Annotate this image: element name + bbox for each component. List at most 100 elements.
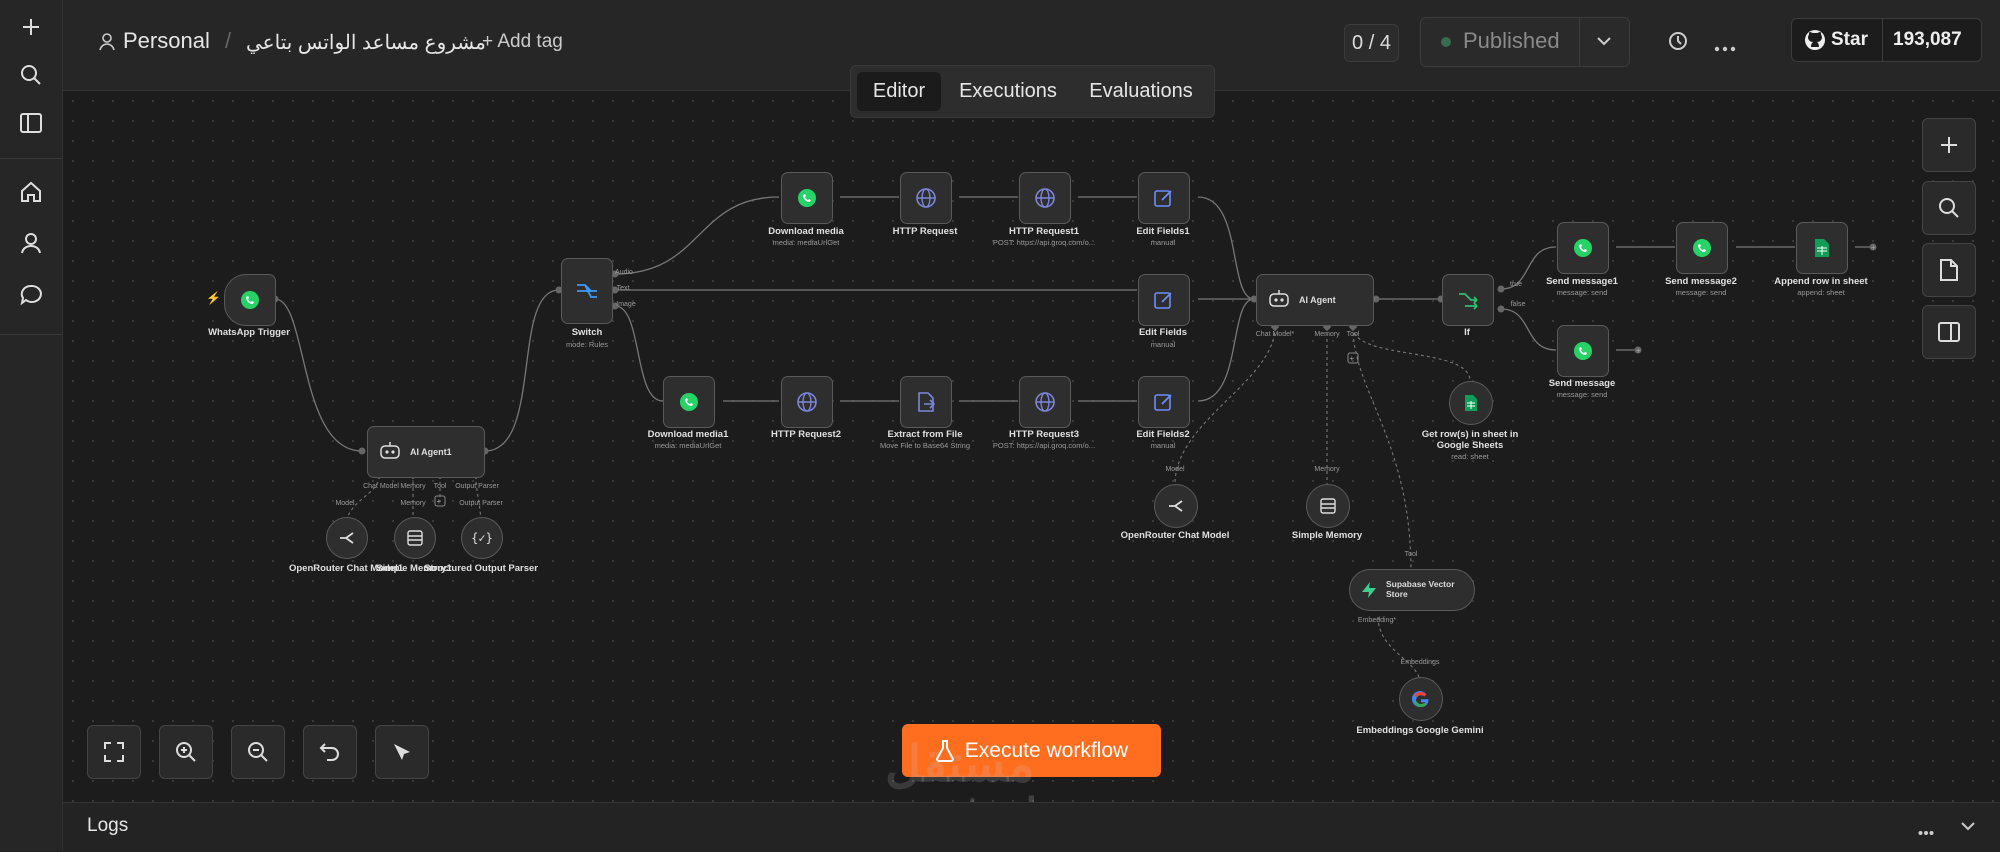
node-extract-from-file[interactable] — [900, 376, 952, 428]
node-subtitle: Move File to Base64 String — [879, 441, 971, 450]
port-label: Output Parser — [459, 500, 503, 507]
edit-icon — [1154, 394, 1172, 411]
user-icon[interactable] — [13, 225, 49, 261]
logs-bar[interactable]: Logs — [63, 802, 2000, 852]
globe-icon — [797, 392, 817, 412]
port-label: Tool — [1404, 551, 1418, 558]
node-download-media1[interactable] — [663, 376, 715, 428]
branch-icon — [1459, 293, 1478, 310]
port-label: Model — [1165, 466, 1185, 473]
logs-label: Logs — [87, 815, 129, 836]
breadcrumb-project[interactable]: Personal — [123, 28, 210, 54]
node-send-message1[interactable] — [1557, 222, 1609, 274]
node-subtitle: POST: https://api.groq.com/o... — [992, 441, 1096, 450]
node-whatsapp-trigger[interactable] — [224, 274, 276, 326]
person-icon — [99, 33, 115, 56]
node-label: Edit Fields2 — [1136, 429, 1190, 440]
tab-editor[interactable]: Editor — [857, 72, 941, 111]
openrouter-icon — [1169, 500, 1183, 512]
node-simple-memory[interactable] — [1306, 484, 1350, 528]
port-label: Memory — [1314, 466, 1340, 473]
node-send-message2[interactable] — [1676, 222, 1728, 274]
more-options-icon[interactable] — [1714, 39, 1736, 57]
chevron-down-icon[interactable] — [1960, 819, 1976, 838]
sticky-note-button[interactable] — [1922, 243, 1976, 297]
node-label: Download media1 — [647, 429, 729, 440]
more-options-icon[interactable] — [1918, 823, 1934, 841]
node-ai-agent1[interactable]: AI Agent1 — [367, 426, 485, 478]
github-star-button[interactable]: Star 193,087 — [1791, 18, 1982, 62]
node-label: Get row(s) in sheet in Google Sheets — [1421, 429, 1519, 451]
node-openrouter1[interactable] — [326, 517, 368, 559]
fullscreen-icon — [104, 742, 124, 762]
chevron-down-icon[interactable] — [1596, 34, 1612, 53]
node-structured-output-parser[interactable]: {✓} — [461, 517, 503, 559]
breadcrumb-separator: / — [225, 28, 232, 53]
globe-icon — [916, 188, 936, 208]
node-ai-agent[interactable]: AI Agent — [1256, 274, 1374, 326]
add-node-button[interactable] — [1922, 118, 1976, 172]
fit-view-button[interactable] — [87, 725, 141, 779]
node-embeddings-gemini[interactable] — [1399, 677, 1443, 721]
node-subtitle: media: mediaUrlGet — [654, 441, 722, 450]
node-subtitle: append: sheet — [1797, 288, 1845, 297]
node-openrouter[interactable] — [1154, 484, 1198, 528]
node-label: AI Agent — [1299, 295, 1336, 305]
node-edit-fields[interactable] — [1138, 274, 1190, 326]
search-icon[interactable] — [13, 57, 49, 93]
node-subtitle: manual — [1150, 340, 1176, 349]
github-icon — [1804, 29, 1826, 56]
node-label: Append row in sheet — [1774, 276, 1868, 287]
left-sidebar — [0, 0, 63, 851]
zoom-out-button[interactable] — [231, 725, 285, 779]
home-icon[interactable] — [13, 174, 49, 210]
tidy-up-button[interactable] — [375, 725, 429, 779]
node-append-row[interactable] — [1796, 222, 1848, 274]
node-http-request[interactable] — [900, 172, 952, 224]
history-icon[interactable] — [1667, 30, 1689, 57]
port-label: Output Parser — [455, 483, 499, 490]
workflow-canvas[interactable]: + + + + ⚡ WhatsApp Trigger AI Agent1 Chat … — [63, 91, 2000, 802]
node-label: Structured Output Parser — [423, 563, 539, 574]
google-icon — [1412, 691, 1429, 708]
port-label: Tool — [1346, 331, 1360, 338]
node-label: WhatsApp Trigger — [208, 327, 290, 338]
node-simple-memory1[interactable] — [394, 517, 436, 559]
port-label: Embedding* — [1357, 617, 1397, 624]
add-tag-button[interactable]: + Add tag — [482, 31, 563, 53]
supabase-icon — [1362, 582, 1376, 598]
plus-icon[interactable] — [13, 9, 49, 45]
node-edit-fields1[interactable] — [1138, 172, 1190, 224]
node-get-rows-sheets[interactable] — [1449, 381, 1493, 425]
node-label: Send message2 — [1665, 276, 1737, 287]
workflow-name[interactable]: مشروع مساعد الواتس بتاعي — [246, 30, 486, 55]
node-label: Send message1 — [1546, 276, 1618, 287]
node-http-request3[interactable] — [1019, 376, 1071, 428]
node-subtitle: message: send — [1556, 288, 1608, 297]
node-send-message[interactable] — [1557, 325, 1609, 377]
published-dropdown[interactable]: Published — [1420, 17, 1630, 67]
tab-evaluations[interactable]: Evaluations — [1075, 72, 1207, 111]
database-icon — [1320, 498, 1336, 514]
node-supabase-vector-store[interactable]: Supabase Vector Store — [1349, 569, 1475, 611]
published-label: Published — [1463, 28, 1560, 53]
star-count: 193,087 — [1893, 29, 1962, 50]
robot-icon — [380, 442, 400, 459]
tab-executions[interactable]: Executions — [947, 72, 1069, 111]
toggle-panel-button[interactable] — [1922, 305, 1976, 359]
node-http-request1[interactable] — [1019, 172, 1071, 224]
panel-icon[interactable] — [13, 105, 49, 141]
undo-button[interactable] — [303, 725, 357, 779]
node-subtitle: read: sheet — [1451, 452, 1489, 461]
node-download-media[interactable] — [781, 172, 833, 224]
star-label: Star — [1831, 29, 1868, 50]
node-subtitle: message: send — [1556, 390, 1608, 399]
zoom-in-button[interactable] — [159, 725, 213, 779]
node-edit-fields2[interactable] — [1138, 376, 1190, 428]
search-nodes-button[interactable] — [1922, 181, 1976, 235]
chat-icon[interactable] — [13, 277, 49, 313]
svg-text:+: + — [1636, 346, 1641, 355]
sidebar-divider — [0, 334, 62, 335]
node-http-request2[interactable] — [781, 376, 833, 428]
node-label: Edit Fields1 — [1136, 226, 1190, 237]
